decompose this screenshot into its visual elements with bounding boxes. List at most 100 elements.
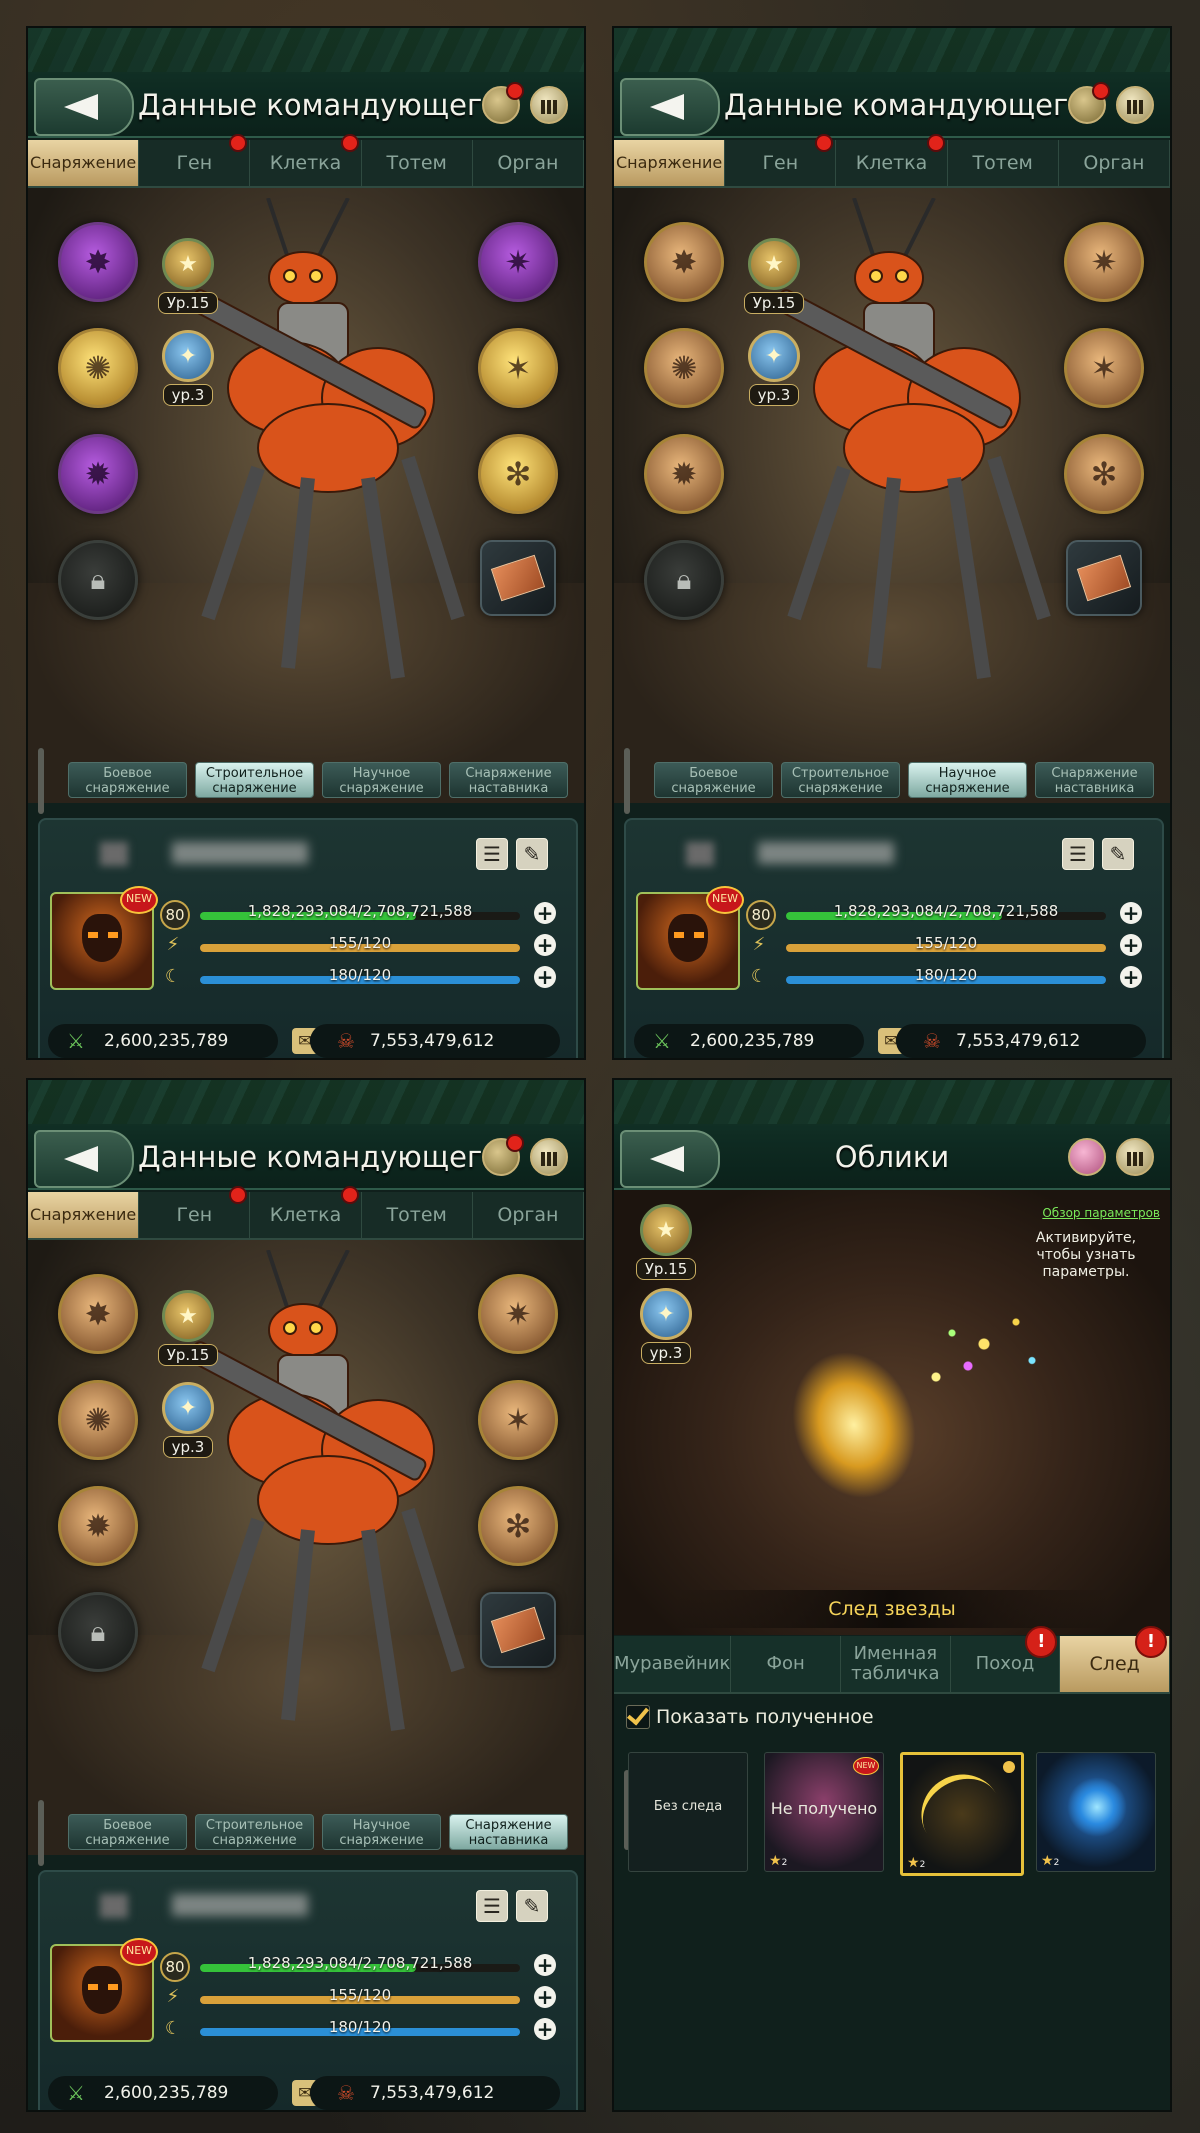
equipment-slot[interactable]: ✸ bbox=[58, 1274, 138, 1354]
locked-slot[interactable]: 🔒︎ bbox=[58, 540, 138, 620]
avatar[interactable]: NEW bbox=[636, 886, 744, 990]
scroll-handle[interactable] bbox=[624, 748, 630, 814]
rank-badge[interactable]: ★ Ур.15 bbox=[634, 1204, 698, 1280]
tab-equipment[interactable]: Снаряжение bbox=[28, 140, 140, 186]
tab-cell[interactable]: Клетка bbox=[250, 134, 362, 186]
tab-trail[interactable]: След! bbox=[1060, 1626, 1170, 1692]
edit-button[interactable]: ✎ bbox=[1102, 838, 1134, 870]
equipment-slot[interactable]: ✺ bbox=[644, 328, 724, 408]
list-button[interactable]: ☰ bbox=[476, 838, 508, 870]
equipment-slot[interactable]: ✸ bbox=[58, 222, 138, 302]
tab-anthill[interactable]: Муравейник bbox=[614, 1636, 732, 1692]
equipment-card-slot[interactable] bbox=[1066, 540, 1142, 616]
equipment-slot[interactable]: ✶ bbox=[478, 1380, 558, 1460]
add-stamina-button[interactable]: + bbox=[534, 2018, 556, 2040]
equipment-slot[interactable]: ✺ bbox=[58, 328, 138, 408]
tab-mentor-equipment[interactable]: Снаряжение наставника bbox=[449, 762, 568, 798]
tab-cell[interactable]: Клетка bbox=[250, 1186, 362, 1238]
locked-slot[interactable]: 🔒︎ bbox=[644, 540, 724, 620]
tab-mentor-equipment[interactable]: Снаряжение наставника bbox=[1035, 762, 1154, 798]
checkbox[interactable] bbox=[626, 1705, 650, 1729]
rank-badge-secondary[interactable]: ✦ ур.3 bbox=[742, 330, 806, 406]
skin-card[interactable]: Без следа bbox=[628, 1752, 748, 1872]
tab-science-equipment[interactable]: Научное снаряжение bbox=[322, 1814, 441, 1850]
add-hp-button[interactable]: + bbox=[534, 902, 556, 924]
scroll-handle[interactable] bbox=[38, 748, 44, 814]
tab-totem[interactable]: Тотем bbox=[948, 140, 1059, 186]
commander-emblem-icon[interactable] bbox=[482, 82, 524, 124]
back-button[interactable] bbox=[34, 78, 134, 136]
equipment-slot[interactable]: ✺ bbox=[58, 1380, 138, 1460]
tab-mentor-equipment[interactable]: Снаряжение наставника bbox=[449, 1814, 568, 1850]
tab-march[interactable]: Поход! bbox=[951, 1626, 1061, 1692]
tab-organ[interactable]: Орган bbox=[1059, 140, 1170, 186]
tab-organ[interactable]: Орган bbox=[473, 140, 584, 186]
equipment-slot[interactable]: ✻ bbox=[478, 1486, 558, 1566]
tab-cell[interactable]: Клетка bbox=[836, 134, 948, 186]
list-button[interactable]: ☰ bbox=[476, 1890, 508, 1922]
tab-science-equipment[interactable]: Научное снаряжение bbox=[322, 762, 441, 798]
tab-construction-equipment[interactable]: Строительное снаряжение bbox=[195, 762, 314, 798]
skin-card[interactable]: NEW Не получено ★2 bbox=[764, 1752, 884, 1872]
equipment-card-slot[interactable] bbox=[480, 1592, 556, 1668]
tab-totem[interactable]: Тотем bbox=[362, 140, 473, 186]
tab-combat-equipment[interactable]: Боевое снаряжение bbox=[68, 1814, 187, 1850]
back-button[interactable] bbox=[620, 78, 720, 136]
back-button[interactable] bbox=[34, 1130, 134, 1188]
list-button[interactable]: ☰ bbox=[1062, 838, 1094, 870]
edit-button[interactable]: ✎ bbox=[516, 838, 548, 870]
tab-totem[interactable]: Тотем bbox=[362, 1192, 473, 1238]
equipment-slot[interactable]: ✹ bbox=[58, 434, 138, 514]
equipment-slot[interactable]: ✹ bbox=[644, 434, 724, 514]
params-overview-link[interactable]: Обзор параметров bbox=[1042, 1206, 1160, 1220]
tab-science-equipment[interactable]: Научное снаряжение bbox=[908, 762, 1027, 798]
add-hp-button[interactable]: + bbox=[1120, 902, 1142, 924]
ranking-button[interactable] bbox=[530, 86, 568, 124]
show-owned-toggle[interactable]: Показать полученное bbox=[626, 1702, 874, 1732]
tab-equipment[interactable]: Снаряжение bbox=[614, 140, 726, 186]
tab-background[interactable]: Фон bbox=[731, 1636, 842, 1692]
equipment-slot[interactable]: ✶ bbox=[1064, 328, 1144, 408]
rank-badge[interactable]: ★ Ур.15 bbox=[742, 238, 806, 314]
skin-card[interactable]: ★2 bbox=[1036, 1752, 1156, 1872]
tab-combat-equipment[interactable]: Боевое снаряжение bbox=[68, 762, 187, 798]
ranking-button[interactable] bbox=[530, 1138, 568, 1176]
equipment-slot[interactable]: ✸ bbox=[644, 222, 724, 302]
tab-construction-equipment[interactable]: Строительное снаряжение bbox=[195, 1814, 314, 1850]
add-stamina-button[interactable]: + bbox=[534, 966, 556, 988]
add-energy-button[interactable]: + bbox=[1120, 934, 1142, 956]
equipment-slot[interactable]: ✷ bbox=[1064, 222, 1144, 302]
equipment-slot[interactable]: ✻ bbox=[478, 434, 558, 514]
equipment-slot[interactable]: ✻ bbox=[1064, 434, 1144, 514]
rank-badge-secondary[interactable]: ✦ ур.3 bbox=[156, 330, 220, 406]
scroll-handle[interactable] bbox=[38, 1800, 44, 1866]
ranking-button[interactable] bbox=[1116, 1138, 1154, 1176]
commander-emblem-icon[interactable] bbox=[482, 1134, 524, 1176]
tab-construction-equipment[interactable]: Строительное снаряжение bbox=[781, 762, 900, 798]
rank-badge-secondary[interactable]: ✦ ур.3 bbox=[634, 1288, 698, 1364]
gem-icon[interactable] bbox=[1068, 1138, 1106, 1176]
edit-button[interactable]: ✎ bbox=[516, 1890, 548, 1922]
ranking-button[interactable] bbox=[1116, 86, 1154, 124]
tab-organ[interactable]: Орган bbox=[473, 1192, 584, 1238]
equipment-slot[interactable]: ✷ bbox=[478, 222, 558, 302]
equipment-card-slot[interactable] bbox=[480, 540, 556, 616]
equipment-slot[interactable]: ✷ bbox=[478, 1274, 558, 1354]
add-hp-button[interactable]: + bbox=[534, 1954, 556, 1976]
tab-nameplate[interactable]: Именная табличка bbox=[841, 1636, 951, 1692]
rank-badge[interactable]: ★ Ур.15 bbox=[156, 238, 220, 314]
locked-slot[interactable]: 🔒︎ bbox=[58, 1592, 138, 1672]
tab-gene[interactable]: Ген bbox=[139, 134, 251, 186]
skin-card-selected[interactable]: ★2 bbox=[900, 1752, 1024, 1876]
avatar[interactable]: NEW bbox=[50, 1938, 158, 2042]
avatar[interactable]: NEW bbox=[50, 886, 158, 990]
tab-combat-equipment[interactable]: Боевое снаряжение bbox=[654, 762, 773, 798]
rank-badge-secondary[interactable]: ✦ ур.3 bbox=[156, 1382, 220, 1458]
rank-badge[interactable]: ★ Ур.15 bbox=[156, 1290, 220, 1366]
tab-gene[interactable]: Ген bbox=[139, 1186, 251, 1238]
tab-equipment[interactable]: Снаряжение bbox=[28, 1192, 140, 1238]
add-energy-button[interactable]: + bbox=[534, 934, 556, 956]
equipment-slot[interactable]: ✶ bbox=[478, 328, 558, 408]
tab-gene[interactable]: Ген bbox=[725, 134, 837, 186]
equipment-slot[interactable]: ✹ bbox=[58, 1486, 138, 1566]
